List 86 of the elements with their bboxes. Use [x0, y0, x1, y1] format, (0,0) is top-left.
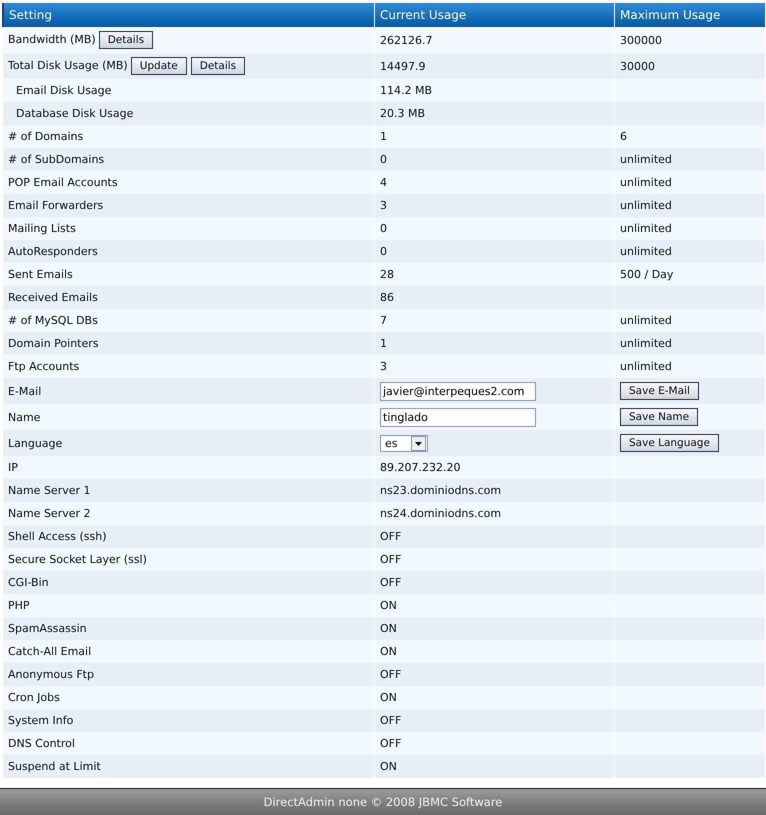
- maximum-usage: unlimited: [620, 245, 672, 258]
- current-usage: ON: [380, 645, 397, 658]
- maximum-usage: 500 / Day: [620, 268, 674, 281]
- maximum-usage: unlimited: [620, 199, 672, 212]
- column-header: Current Usage: [374, 3, 614, 27]
- column-header: Setting: [3, 3, 374, 27]
- current-usage: 14497.9: [380, 60, 426, 72]
- current-usage: OFF: [380, 714, 402, 727]
- current-usage: ON: [380, 691, 397, 704]
- current-usage: ns23.dominiodns.com: [380, 484, 502, 497]
- setting-label: Name: [8, 410, 40, 424]
- current-usage: OFF: [380, 530, 402, 543]
- current-usage: ON: [380, 599, 397, 612]
- setting-label: Database Disk Usage: [15, 107, 134, 120]
- setting-label: POP Email Accounts: [8, 176, 118, 189]
- current-usage: 0: [380, 153, 387, 166]
- footer-text: DirectAdmin none © 2008 JBMC Software: [264, 795, 502, 809]
- current-usage: 1: [380, 130, 387, 143]
- current-usage: ON: [380, 622, 397, 635]
- setting-label: Shell Access (ssh): [8, 530, 107, 543]
- setting-label: Total Disk Usage (MB): [8, 59, 128, 72]
- current-usage: ON: [380, 760, 397, 773]
- current-usage: 28: [380, 268, 394, 281]
- maximum-usage: unlimited: [620, 153, 672, 166]
- maximum-usage: 6: [620, 130, 627, 143]
- setting-label: Name Server 2: [8, 507, 91, 520]
- setting-label: Anonymous Ftp: [8, 668, 94, 681]
- setting-label: Name Server 1: [8, 484, 91, 497]
- setting-label: CGI-Bin: [8, 576, 49, 589]
- current-usage: OFF: [380, 737, 402, 750]
- current-usage: OFF: [380, 553, 402, 566]
- current-usage: 262126.7: [380, 34, 432, 46]
- setting-label: Cron Jobs: [8, 691, 60, 704]
- current-usage: OFF: [380, 576, 402, 589]
- setting-label: # of MySQL DBs: [8, 314, 98, 327]
- row-button[interactable]: Details: [190, 57, 246, 75]
- maximum-usage: 30000: [620, 60, 655, 72]
- save-button[interactable]: Save Language: [620, 434, 719, 452]
- current-usage: OFF: [380, 668, 402, 681]
- current-usage: ns24.dominiodns.com: [380, 507, 502, 520]
- setting-label: Email Disk Usage: [15, 84, 112, 97]
- input-field[interactable]: javier@interpeques2.com: [380, 382, 536, 400]
- setting-label: Suspend at Limit: [8, 760, 101, 773]
- maximum-usage: unlimited: [620, 314, 672, 327]
- setting-label: Bandwidth (MB): [8, 33, 96, 46]
- current-usage: 3: [380, 360, 387, 373]
- current-usage: 0: [380, 245, 387, 258]
- setting-label: System Info: [8, 714, 74, 727]
- setting-label: AutoResponders: [8, 245, 98, 258]
- row-button[interactable]: Details: [98, 31, 154, 49]
- setting-label: IP: [8, 461, 18, 474]
- setting-label: Ftp Accounts: [8, 360, 80, 373]
- setting-label: PHP: [8, 599, 30, 612]
- setting-label: Received Emails: [8, 291, 98, 304]
- maximum-usage: 300000: [620, 34, 662, 46]
- setting-label: Secure Socket Layer (ssl): [8, 553, 147, 566]
- save-button[interactable]: Save E-Mail: [620, 382, 699, 400]
- current-usage: 86: [380, 291, 394, 304]
- current-usage: 114.2 MB: [380, 84, 432, 97]
- setting-label: # of Domains: [8, 130, 84, 143]
- maximum-usage: unlimited: [620, 337, 672, 350]
- current-usage: 20.3 MB: [380, 107, 426, 120]
- save-button[interactable]: Save Name: [620, 408, 698, 426]
- current-usage: 1: [380, 337, 387, 350]
- input-field[interactable]: tinglado: [380, 408, 536, 426]
- setting-label: Catch-All Email: [8, 645, 92, 658]
- maximum-usage: unlimited: [620, 222, 672, 235]
- maximum-usage: unlimited: [620, 176, 672, 189]
- maximum-usage: unlimited: [620, 360, 672, 373]
- setting-label: Sent Emails: [8, 268, 73, 281]
- setting-label: Language: [8, 436, 62, 450]
- current-usage: 7: [380, 314, 387, 327]
- setting-label: DNS Control: [8, 737, 75, 750]
- setting-label: Email Forwarders: [8, 199, 104, 212]
- row-button[interactable]: Update: [130, 57, 187, 75]
- setting-label: Mailing Lists: [8, 222, 76, 235]
- current-usage: 3: [380, 199, 387, 212]
- current-usage: 0: [380, 222, 387, 235]
- setting-label: SpamAssassin: [8, 622, 87, 635]
- current-usage: 89.207.232.20: [380, 461, 460, 474]
- setting-label: E-Mail: [8, 384, 42, 398]
- language-select[interactable]: es: [380, 434, 428, 452]
- current-usage: 4: [380, 176, 387, 189]
- setting-label: Domain Pointers: [8, 337, 99, 350]
- setting-label: # of SubDomains: [8, 153, 104, 166]
- column-header: Maximum Usage: [614, 3, 766, 27]
